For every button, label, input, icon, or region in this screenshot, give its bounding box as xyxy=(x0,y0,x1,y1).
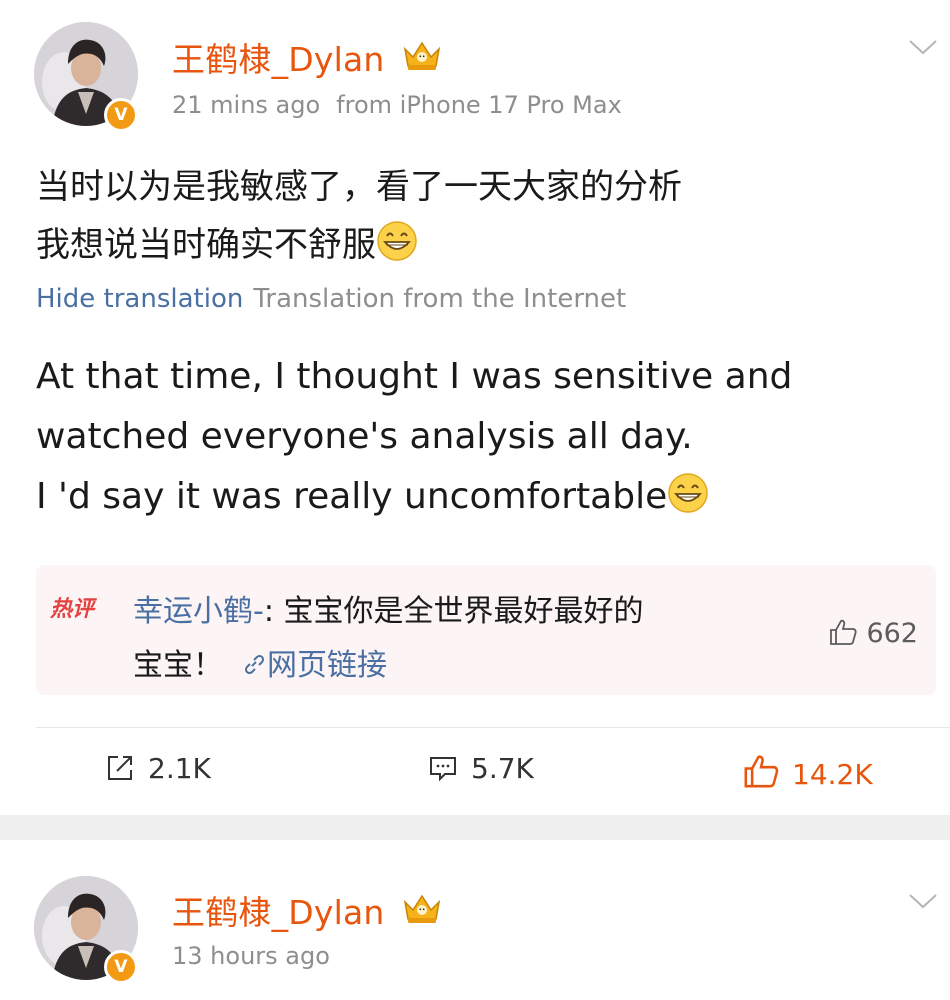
post-time: 13 hours ago xyxy=(172,942,330,970)
hot-comment-line-2: 宝宝！ 网页链接 xyxy=(133,639,773,693)
verified-badge-letter: V xyxy=(114,105,128,125)
thumbs-up-icon xyxy=(744,755,779,788)
username[interactable]: 王鹤棣_Dylan xyxy=(172,886,385,934)
post-text-line-2: 我想说当时确实不舒服 xyxy=(36,216,916,274)
chevron-down-icon[interactable] xyxy=(908,38,938,56)
like-count: 14.2K xyxy=(792,758,873,791)
hot-comment-like-count: 662 xyxy=(866,618,918,649)
grinning-face-emoji xyxy=(377,221,417,261)
translation-text: At that time, I thought I was sensitive … xyxy=(36,347,936,527)
weibo-post: V 王鹤棣_Dylan 13 hours ago xyxy=(0,840,950,1000)
link-icon xyxy=(244,654,265,675)
repost-count: 2.1K xyxy=(148,752,211,785)
hot-comment-text: 幸运小鹤-: 宝宝你是全世界最好最好的 宝宝！ 网页链接 xyxy=(133,585,773,693)
verified-badge-letter: V xyxy=(114,957,128,977)
post-meta: 21 mins ago from iPhone 17 Pro Max xyxy=(172,91,622,119)
translation-line: watched everyone's analysis all day. xyxy=(36,416,693,457)
comment-icon xyxy=(430,757,456,782)
translation-line-3: I 'd say it was really uncomfortable xyxy=(36,467,936,527)
translation-source: Translation from the Internet xyxy=(253,284,627,314)
hide-translation-link[interactable]: Hide translation xyxy=(36,284,243,314)
translation-line-content: I 'd say it was really uncomfortable xyxy=(36,476,668,517)
post-text: 当时以为是我敏感了，看了一天大家的分析 我想说当时确实不舒服 xyxy=(36,158,916,274)
repost-button[interactable]: 2.1K xyxy=(104,752,211,785)
hot-comment-content-2: 宝宝！ xyxy=(133,648,223,683)
crown-icon xyxy=(403,894,441,923)
grinning-face-emoji xyxy=(668,473,708,513)
like-button[interactable]: 14.2K xyxy=(742,752,873,791)
username[interactable]: 王鹤棣_Dylan xyxy=(172,33,385,81)
post-time: 21 mins ago xyxy=(172,91,321,119)
translation-line: At that time, I thought I was sensitive … xyxy=(36,356,793,397)
post-meta: 13 hours ago xyxy=(172,942,330,970)
divider xyxy=(36,727,950,728)
hot-comment-line-1: 幸运小鹤-: 宝宝你是全世界最好最好的 xyxy=(133,585,773,639)
post-separator xyxy=(0,815,950,840)
post-text-line: 当时以为是我敏感了，看了一天大家的分析 xyxy=(36,167,682,207)
thumbs-up-icon xyxy=(830,619,857,645)
post-text-content: 我想说当时确实不舒服 xyxy=(36,225,376,265)
hot-comment-like-button[interactable]: 662 xyxy=(828,617,918,649)
post-source[interactable]: from iPhone 17 Pro Max xyxy=(336,91,622,119)
comment-button[interactable]: 5.7K xyxy=(427,752,534,785)
hot-comment-user[interactable]: 幸运小鹤- xyxy=(133,594,264,629)
verified-badge: V xyxy=(104,98,138,132)
web-link[interactable]: 网页链接 xyxy=(267,648,387,683)
repost-icon xyxy=(108,756,132,780)
hot-comment-content: : 宝宝你是全世界最好最好的 xyxy=(263,594,644,629)
hot-comment[interactable]: 热评 幸运小鹤-: 宝宝你是全世界最好最好的 宝宝！ 网页链接 662 xyxy=(36,565,936,695)
crown-icon xyxy=(403,41,441,70)
verified-badge: V xyxy=(104,950,138,984)
chevron-down-icon[interactable] xyxy=(908,892,938,910)
weibo-post: V 王鹤棣_Dylan 21 mins ago from iPhone 17 Pr… xyxy=(0,0,950,815)
hot-comment-tag: 热评 xyxy=(50,597,95,622)
translation-row: Hide translation Translation from the Int… xyxy=(36,284,626,314)
comment-count: 5.7K xyxy=(471,752,534,785)
